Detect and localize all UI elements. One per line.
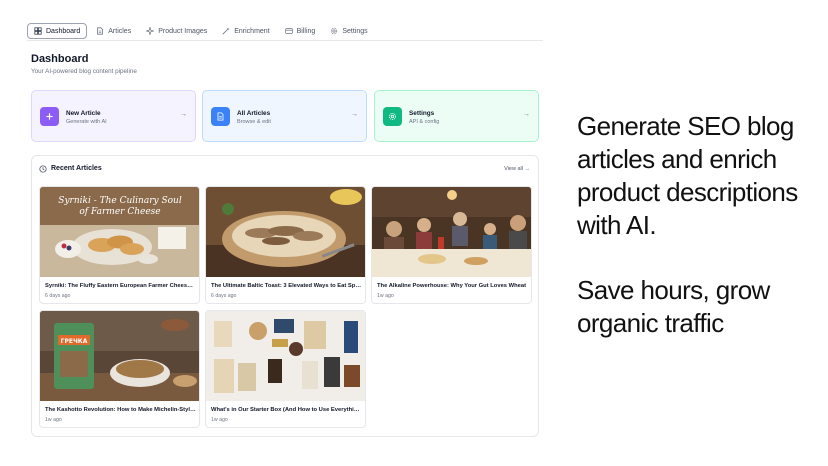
new-article-card[interactable]: New Article Generate with AI →	[31, 90, 196, 142]
magic-wand-icon	[222, 27, 230, 35]
tab-articles[interactable]: Articles	[90, 23, 137, 39]
arrow-right-icon: →	[351, 111, 358, 118]
page-title: Dashboard	[31, 53, 89, 65]
tab-label: Enrichment	[234, 27, 270, 35]
plus-icon	[46, 113, 53, 120]
document-icon	[97, 27, 104, 35]
article-title: The Alkaline Powerhouse: Why Your Gut Lo…	[377, 283, 527, 289]
article-date: 1w ago	[211, 417, 228, 423]
card-subtitle: Generate with AI	[66, 119, 107, 125]
article-card[interactable]: ГРЕЧКА The Kashotto Revolution: How to M…	[39, 310, 200, 428]
view-all-link[interactable]: View all →	[504, 166, 530, 172]
article-image-syrniki: Syrniki - The Culinary Soul of Farmer Ch…	[40, 187, 199, 277]
article-image-starter-box	[206, 311, 365, 401]
gear-icon	[389, 113, 396, 120]
article-title: The Ultimate Baltic Toast: 3 Elevated Wa…	[211, 283, 362, 289]
article-card[interactable]: Syrniki - The Culinary Soul of Farmer Ch…	[39, 186, 200, 304]
clock-icon	[39, 165, 47, 173]
tab-settings[interactable]: Settings	[324, 23, 373, 39]
article-date: 6 days ago	[45, 293, 71, 299]
card-subtitle: API & config	[409, 119, 440, 125]
gear-icon	[331, 27, 338, 35]
article-image-family-dinner	[372, 187, 531, 277]
image-caption-line-2: of Farmer Cheese	[79, 207, 160, 217]
package-label: ГРЕЧКА	[61, 338, 88, 345]
hero-headline: Generate SEO blog articles and enrich pr…	[577, 111, 798, 240]
tab-product-images[interactable]: Product Images	[140, 23, 213, 39]
image-caption-line-1: Syrniki - The Culinary Soul	[58, 196, 182, 206]
article-card[interactable]: The Alkaline Powerhouse: Why Your Gut Lo…	[371, 186, 532, 304]
article-date: 6 days ago	[211, 293, 237, 299]
page-subtitle: Your AI-powered blog content pipeline	[31, 68, 137, 75]
tab-enrichment[interactable]: Enrichment	[216, 23, 275, 39]
recent-articles-panel: Recent Articles View all → Syrniki - The…	[31, 155, 539, 437]
card-title: New Article	[66, 110, 101, 117]
article-date: 1w ago	[45, 417, 62, 423]
article-title: The Kashotto Revolution: How to Make Mic…	[45, 407, 196, 413]
section-title: Recent Articles	[51, 165, 102, 172]
arrow-right-icon: →	[523, 111, 530, 118]
card-title: All Articles	[237, 110, 271, 117]
new-article-icon-box	[40, 107, 59, 126]
settings-card[interactable]: Settings API & config →	[374, 90, 539, 142]
article-card[interactable]: The Ultimate Baltic Toast: 3 Elevated Wa…	[205, 186, 366, 304]
article-image-buckwheat: ГРЕЧКА	[40, 311, 199, 401]
card-title: Settings	[409, 110, 435, 117]
tab-dashboard[interactable]: Dashboard	[27, 23, 88, 39]
card-subtitle: Browse & edit	[237, 119, 271, 125]
article-date: 1w ago	[377, 293, 394, 299]
settings-icon-box	[383, 107, 402, 126]
arrow-right-icon: →	[180, 111, 187, 118]
tab-label: Billing	[296, 27, 316, 35]
all-articles-icon-box	[211, 107, 230, 126]
credit-card-icon	[284, 28, 293, 34]
tab-label: Dashboard	[46, 27, 81, 35]
tab-label: Articles	[108, 27, 132, 35]
hero-tagline: Save hours, grow organic traffic	[577, 275, 770, 338]
tab-billing[interactable]: Billing	[279, 23, 322, 39]
top-nav: Dashboard Articles Product Images Enrich…	[27, 21, 543, 41]
dashboard-icon	[34, 27, 42, 35]
nav-divider	[27, 40, 543, 41]
article-title: What's in Our Starter Box (And How to Us…	[211, 407, 362, 413]
document-icon	[217, 112, 224, 121]
sparkle-icon	[146, 27, 155, 35]
article-card[interactable]: What's in Our Starter Box (And How to Us…	[205, 310, 366, 428]
tab-label: Settings	[342, 27, 368, 35]
article-image-baltic-toast	[206, 187, 365, 277]
tab-label: Product Images	[158, 27, 208, 35]
all-articles-card[interactable]: All Articles Browse & edit →	[202, 90, 367, 142]
article-title: Syrniki: The Fluffy Eastern European Far…	[45, 283, 196, 289]
